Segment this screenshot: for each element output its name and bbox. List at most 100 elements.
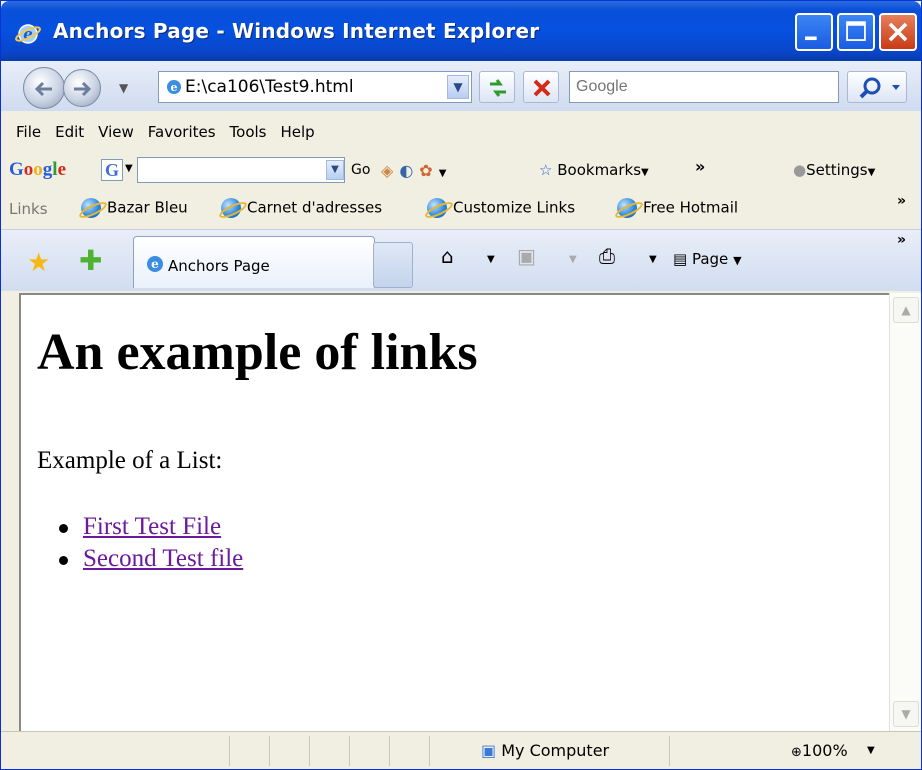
google-g-icon[interactable]: G: [101, 159, 123, 181]
zoom-dropdown-icon[interactable]: ▼: [867, 745, 875, 756]
favorites-center-icon[interactable]: ★: [27, 248, 50, 278]
menu-edit[interactable]: Edit: [48, 111, 91, 141]
refresh-button[interactable]: [479, 71, 515, 103]
list-intro-text: Example of a List:: [37, 447, 223, 474]
link-bazar-bleu[interactable]: Bazar Bleu: [81, 198, 188, 218]
maximize-icon: [846, 21, 866, 41]
title-bar[interactable]: e Anchors Page - Windows Internet Explor…: [1, 1, 921, 61]
svg-text:e: e: [171, 81, 178, 94]
address-bar[interactable]: e E:\ca106\Test9.html ▼: [158, 71, 472, 103]
scroll-down-button[interactable]: ▼: [893, 701, 919, 727]
google-search-field[interactable]: [137, 157, 345, 183]
command-bar-more[interactable]: »: [897, 232, 906, 248]
link-customize-links[interactable]: Customize Links: [427, 198, 575, 218]
tab-anchors-page[interactable]: e Anchors Page: [133, 236, 375, 288]
status-divider: [309, 736, 310, 766]
settings-button[interactable]: ●Settings▼: [793, 161, 875, 179]
ie-page-icon: e: [167, 80, 181, 94]
back-button[interactable]: [23, 67, 65, 109]
ie-page-icon: e: [147, 256, 163, 272]
address-url[interactable]: E:\ca106\Test9.html: [185, 77, 354, 97]
link-carnet-dadresses[interactable]: Carnet d'adresses: [221, 198, 382, 218]
arrow-left-icon: [34, 81, 52, 97]
page-menu-button[interactable]: ▤ Page ▼: [673, 250, 742, 268]
search-box[interactable]: [569, 71, 839, 103]
computer-icon: ▣: [481, 741, 497, 760]
search-input[interactable]: [570, 72, 838, 102]
forward-button[interactable]: [63, 69, 101, 107]
links-label: Links: [9, 200, 48, 218]
page-heading: An example of links: [37, 324, 478, 381]
google-toolbar-icons[interactable]: ◈◐✿▼: [381, 161, 452, 180]
feeds-dropdown-icon[interactable]: ▼: [569, 254, 577, 265]
google-logo[interactable]: Google: [9, 159, 66, 181]
status-divider: [229, 736, 230, 766]
home-dropdown-icon[interactable]: ▼: [487, 254, 495, 265]
page-icon: ▤: [673, 250, 688, 268]
recent-pages-dropdown[interactable]: ▼: [119, 81, 128, 95]
links-bar: Links Bazar Bleu Carnet d'adresses Custo…: [1, 191, 921, 229]
ie-logo-icon: e: [15, 24, 41, 44]
home-icon[interactable]: ⌂: [441, 244, 454, 268]
status-divider: [669, 736, 670, 766]
address-dropdown-button[interactable]: ▼: [447, 75, 469, 99]
add-favorites-icon[interactable]: ✚: [79, 244, 102, 277]
bookmarks-dropdown-icon: ▼: [641, 167, 649, 178]
tab-row: ★ ✚ e Anchors Page ⌂ ▼ ▣ ▼ ⎙ ▼ ▤ Page ▼ …: [1, 229, 921, 291]
new-tab-button[interactable]: [373, 242, 413, 288]
menu-favorites[interactable]: Favorites: [141, 111, 223, 141]
ie-link-icon: [221, 198, 241, 218]
bookmarks-label: Bookmarks: [557, 161, 642, 179]
print-dropdown-icon[interactable]: ▼: [649, 254, 657, 265]
status-bar: ▣ My Computer ⊕100% ▼: [1, 731, 921, 769]
page-dropdown-icon: ▼: [733, 254, 742, 267]
google-search-dropdown[interactable]: ▼: [326, 160, 344, 180]
menu-view[interactable]: View: [91, 111, 141, 141]
menu-tools[interactable]: Tools: [223, 111, 274, 141]
close-icon: [888, 22, 908, 42]
ie-link-icon: [427, 198, 447, 218]
toolbar-dropdown-icon[interactable]: ▼: [439, 168, 453, 179]
status-divider: [429, 736, 430, 766]
menu-bar: File Edit View Favorites Tools Help: [1, 111, 921, 155]
search-button[interactable]: [847, 71, 907, 103]
bookmarks-button[interactable]: ☆ Bookmarks▼: [539, 161, 649, 179]
minimize-icon: [805, 36, 817, 41]
google-toolbar-more[interactable]: »: [695, 157, 705, 176]
print-icon[interactable]: ⎙: [599, 244, 615, 268]
google-g-dropdown-icon[interactable]: ▼: [125, 163, 133, 174]
page-content: An example of links Example of a List: F…: [19, 293, 889, 731]
status-divider: [349, 736, 350, 766]
list-item: First Test File: [58, 511, 243, 543]
google-go-button[interactable]: Go: [351, 162, 370, 178]
star-outline-icon: ☆: [539, 161, 553, 179]
pagerank-icon[interactable]: ◈: [381, 161, 399, 180]
stop-button[interactable]: [523, 71, 559, 103]
scroll-up-button[interactable]: ▲: [893, 297, 919, 323]
spellcheck-icon[interactable]: ◐: [399, 161, 419, 180]
status-divider: [269, 736, 270, 766]
search-icon: [859, 77, 900, 99]
ie-link-icon: [617, 198, 637, 218]
zoom-level[interactable]: ⊕100%: [791, 741, 848, 760]
settings-dropdown-icon: ▼: [867, 167, 876, 178]
autofill-icon[interactable]: ✿: [419, 161, 438, 180]
link-free-hotmail[interactable]: Free Hotmail: [617, 198, 738, 218]
second-test-file-link[interactable]: Second Test file: [83, 545, 243, 572]
vertical-scrollbar[interactable]: ▲ ▼: [889, 293, 921, 731]
menu-help[interactable]: Help: [274, 111, 322, 141]
google-toolbar: Google G ▼ ▼ Go ◈◐✿▼ ☆ Bookmarks▼ » ●Set…: [1, 151, 921, 191]
security-zone[interactable]: ▣ My Computer: [481, 741, 609, 760]
maximize-button[interactable]: [837, 13, 875, 51]
links-more[interactable]: »: [897, 193, 906, 209]
close-button[interactable]: [879, 13, 917, 51]
menu-file[interactable]: File: [9, 111, 48, 141]
first-test-file-link[interactable]: First Test File: [83, 513, 221, 540]
window-title: Anchors Page - Windows Internet Explorer: [53, 19, 540, 43]
tab-title: Anchors Page: [168, 257, 270, 275]
ie-link-icon: [81, 198, 101, 218]
feeds-icon[interactable]: ▣: [517, 244, 536, 268]
link-list: First Test File Second Test file: [58, 511, 243, 575]
link-label: Free Hotmail: [643, 198, 739, 217]
minimize-button[interactable]: [795, 13, 833, 51]
